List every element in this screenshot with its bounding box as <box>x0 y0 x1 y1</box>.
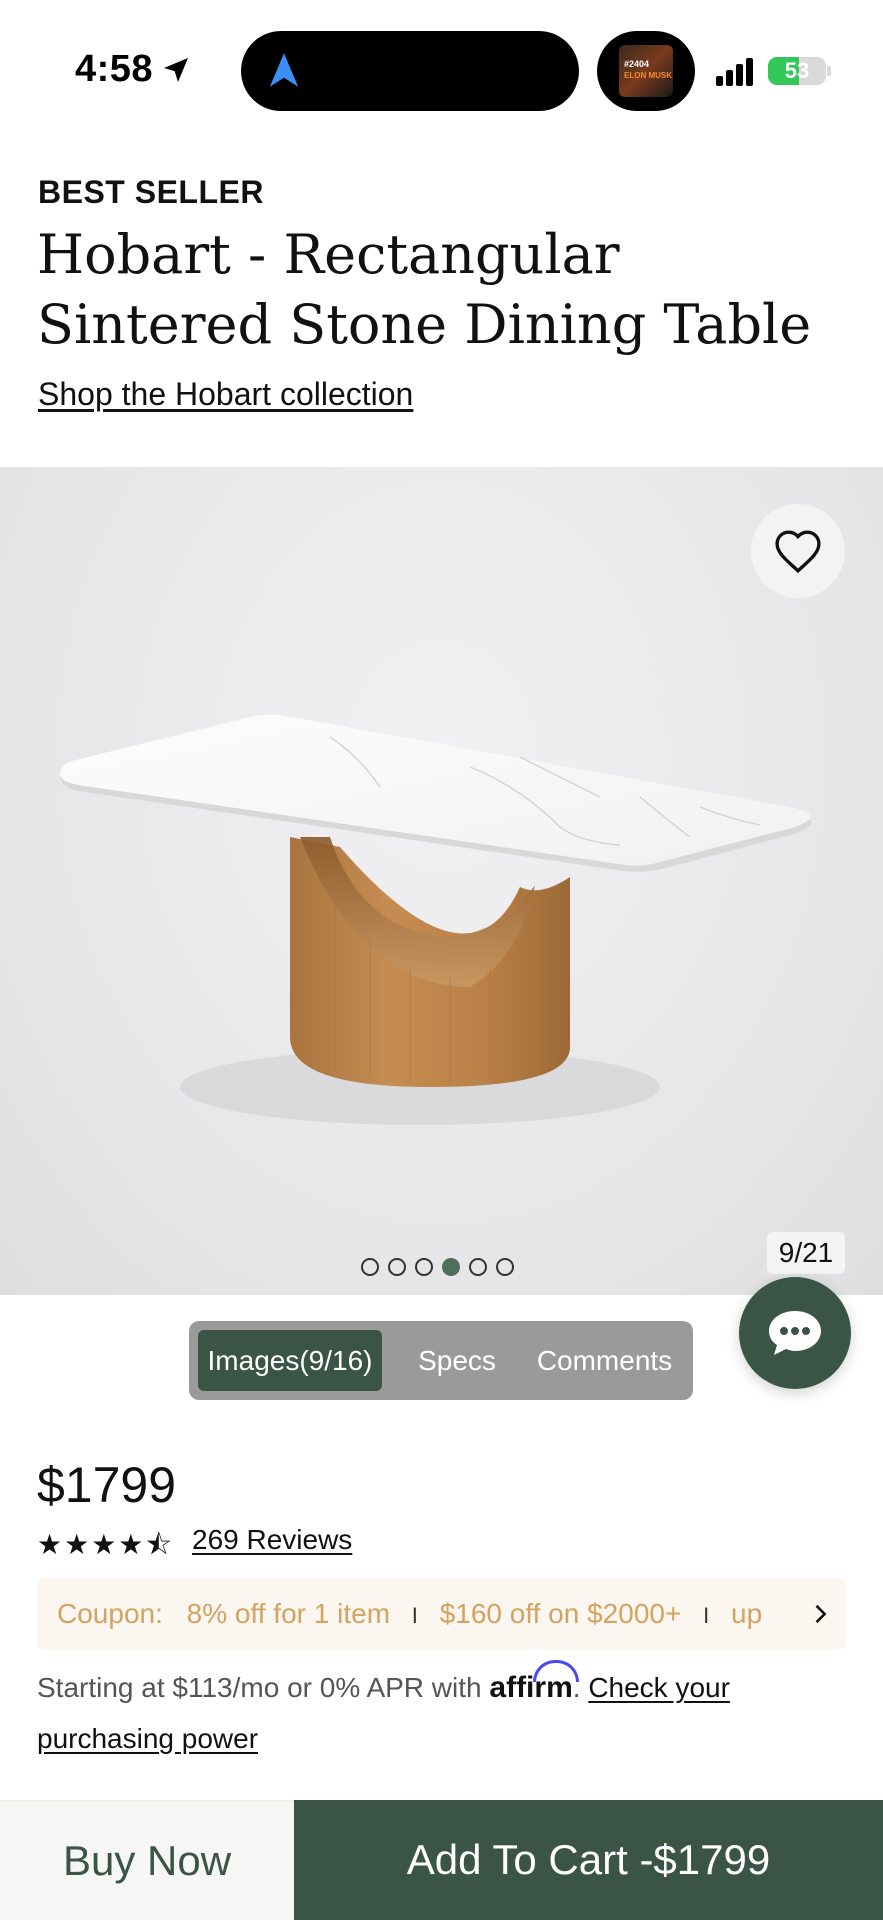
chevron-right-icon <box>815 1604 827 1624</box>
rating-stars: ★★★★⯪ <box>37 1529 174 1560</box>
purchase-bar: Buy Now Add To Cart -$1799 <box>0 1800 883 1920</box>
gallery-pagination <box>361 1258 514 1280</box>
wishlist-button[interactable] <box>751 504 845 598</box>
affirm-arc <box>533 1660 580 1682</box>
coupon-list: Coupon: 8% off for 1 item I $160 off on … <box>57 1578 797 1650</box>
pagination-dot-active[interactable] <box>442 1258 460 1276</box>
pagination-dot[interactable] <box>361 1258 379 1276</box>
collection-link[interactable]: Shop the Hobart collection <box>38 376 413 413</box>
best-seller-badge: BEST SELLER <box>38 174 264 210</box>
coupon-divider: I <box>411 1603 418 1628</box>
location-arrow-icon <box>164 58 188 82</box>
product-price: $1799 <box>37 1457 177 1513</box>
navigation-icon <box>269 53 299 87</box>
pagination-dot[interactable] <box>469 1258 487 1276</box>
product-title: Hobart - Rectangular Sintered Stone Dini… <box>37 223 812 356</box>
signal-icon <box>716 56 756 86</box>
tab-comments[interactable]: Comments <box>526 1330 683 1391</box>
chat-button[interactable] <box>739 1277 851 1389</box>
chat-bubble-icon <box>769 1311 821 1355</box>
coupon-offer: up <box>731 1598 763 1629</box>
status-bar: 4:58 #2404 ELON MUSK 53 <box>0 0 883 130</box>
now-playing-island[interactable]: #2404 ELON MUSK <box>597 31 695 111</box>
battery-cap <box>827 66 831 76</box>
reviews-link[interactable]: 269 Reviews <box>192 1524 352 1556</box>
battery-icon: 53 <box>768 57 826 85</box>
coupon-offer: 8% off for 1 item <box>186 1598 391 1629</box>
product-image <box>59 714 813 1125</box>
coupon-divider: I <box>703 1603 710 1628</box>
affirm-financing: Starting at $113/mo or 0% APR with affir… <box>37 1660 846 1764</box>
image-counter: 9/21 <box>767 1232 845 1274</box>
album-art-number: #2404 <box>624 59 650 69</box>
content-tabs: Images(9/16) Specs Comments <box>189 1321 693 1400</box>
pagination-dot[interactable] <box>388 1258 406 1276</box>
add-to-cart-button[interactable]: Add To Cart -$1799 <box>294 1800 883 1920</box>
affirm-logo: affirm <box>489 1660 580 1713</box>
tab-images[interactable]: Images(9/16) <box>198 1330 382 1391</box>
album-art-name: ELON MUSK <box>624 71 672 80</box>
album-art: #2404 ELON MUSK <box>619 45 673 97</box>
pagination-dot[interactable] <box>415 1258 433 1276</box>
coupon-bar[interactable]: Coupon: 8% off for 1 item I $160 off on … <box>37 1578 846 1650</box>
product-image-gallery[interactable] <box>0 467 883 1295</box>
battery-level: 53 <box>784 58 810 83</box>
pagination-dot[interactable] <box>496 1258 514 1276</box>
buy-now-button[interactable]: Buy Now <box>0 1800 294 1920</box>
heart-icon <box>775 530 821 574</box>
coupon-offer: $160 off on $2000+ <box>439 1598 682 1629</box>
affirm-prefix: Starting at $113/mo or 0% APR with <box>37 1672 482 1703</box>
tab-specs[interactable]: Specs <box>402 1330 512 1391</box>
coupon-label: Coupon: <box>57 1598 163 1629</box>
status-time: 4:58 <box>75 48 154 90</box>
